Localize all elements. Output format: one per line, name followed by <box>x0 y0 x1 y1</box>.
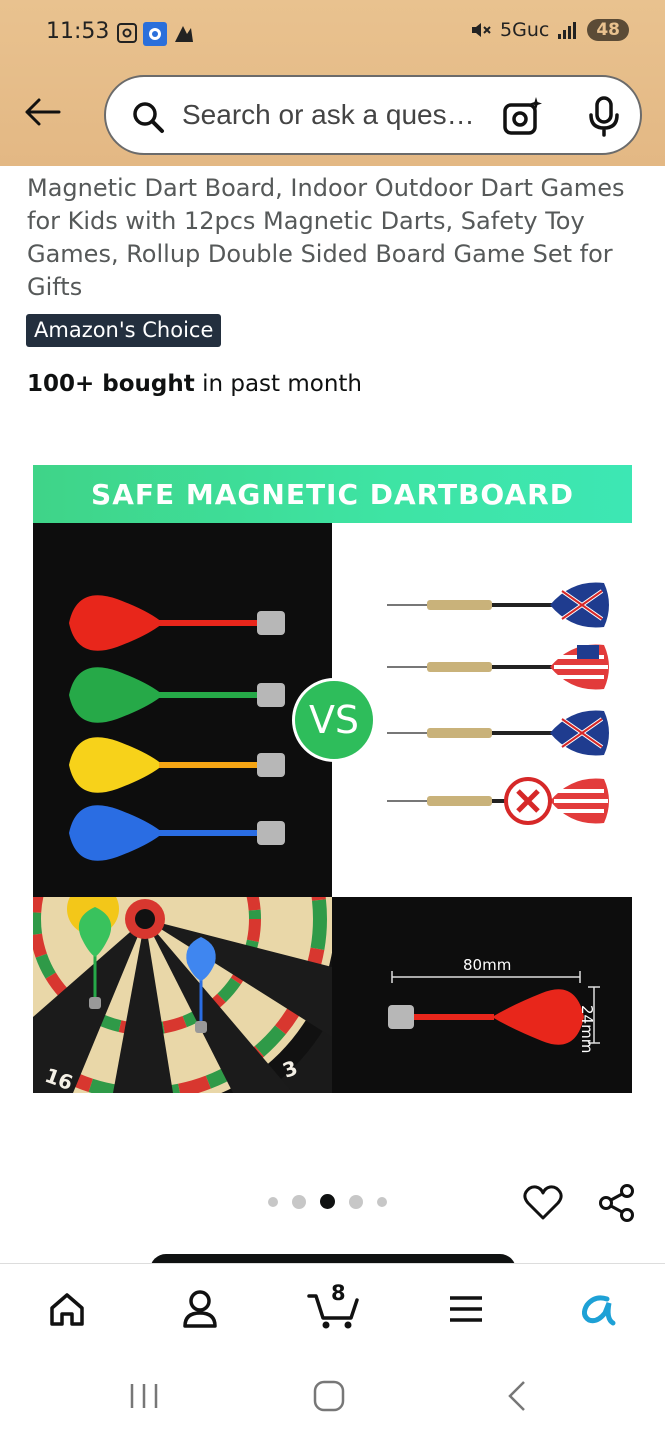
steel-darts-panel <box>332 523 632 897</box>
carousel-dot-active[interactable] <box>320 1194 335 1209</box>
rufus-icon <box>581 1295 616 1326</box>
carousel-dot[interactable] <box>349 1194 363 1209</box>
dimension-panel <box>332 897 632 1093</box>
share-icon[interactable] <box>597 1183 637 1223</box>
status-time: 11:53 <box>46 19 110 44</box>
home-icon <box>50 1293 84 1326</box>
nav-menu[interactable] <box>441 1284 491 1334</box>
signal-icon <box>558 22 577 39</box>
product-title[interactable]: Magnetic Dart Board, Indoor Outdoor Dart… <box>27 172 637 304</box>
product-image[interactable]: SAFE MAGNETIC DARTBOARD VS 16 3 80mm 24m… <box>33 465 632 1093</box>
length-label: 80mm <box>463 956 512 974</box>
network-label: 5Guc <box>500 19 550 41</box>
carousel-dot[interactable] <box>268 1196 278 1207</box>
back-system-icon[interactable] <box>502 1379 532 1413</box>
search-input[interactable]: Search or ask a question <box>182 99 482 131</box>
back-button[interactable] <box>20 92 64 132</box>
bought-count-rest: in past month <box>194 371 363 397</box>
vs-badge: VS <box>292 678 376 762</box>
microphone-icon[interactable] <box>584 95 624 139</box>
width-label: 24mm <box>578 1005 596 1054</box>
menu-icon <box>450 1296 482 1322</box>
arrow-left-icon <box>25 98 61 126</box>
home-system-icon[interactable] <box>312 1379 346 1413</box>
carousel-dot[interactable] <box>377 1196 387 1207</box>
carousel-dots[interactable] <box>268 1194 387 1209</box>
bottom-nav <box>0 1263 665 1353</box>
dart-dimension-illustration <box>388 971 600 1045</box>
nav-account[interactable] <box>175 1284 225 1334</box>
status-bar: 11:53 5Guc 48 <box>0 0 665 68</box>
amazons-choice-badge: Amazon's Choice <box>26 314 222 347</box>
mute-icon <box>472 23 491 37</box>
sync-icon <box>175 26 193 42</box>
search-icon <box>133 102 164 133</box>
magnetic-darts-panel <box>33 523 332 897</box>
steel-darts-illustration <box>387 582 609 825</box>
app-notification-icon <box>143 22 167 46</box>
camera-search-icon[interactable] <box>500 95 544 139</box>
app-header: 11:53 5Guc 48 Search or ask a question <box>0 0 665 166</box>
screenshot-icon <box>117 23 137 43</box>
magnetic-darts-illustration <box>69 595 285 861</box>
battery-indicator: 48 <box>587 19 629 41</box>
account-icon <box>183 1290 217 1328</box>
dartboard-panel: 16 3 <box>33 709 355 1093</box>
search-bar[interactable]: Search or ask a question <box>104 75 642 155</box>
system-nav-bar <box>0 1353 665 1440</box>
status-right: 5Guc 48 <box>470 19 629 41</box>
nav-home[interactable] <box>42 1284 92 1334</box>
cart-count: 8 <box>331 1281 346 1305</box>
image-banner: SAFE MAGNETIC DARTBOARD <box>33 465 632 523</box>
nav-rufus[interactable] <box>574 1284 624 1334</box>
recent-apps-icon[interactable] <box>128 1381 160 1411</box>
bought-count: 100+ bought in past month <box>27 371 362 397</box>
bought-count-bold: 100+ bought <box>27 371 195 397</box>
carousel-dot[interactable] <box>292 1194 306 1209</box>
heart-icon[interactable] <box>523 1183 563 1223</box>
